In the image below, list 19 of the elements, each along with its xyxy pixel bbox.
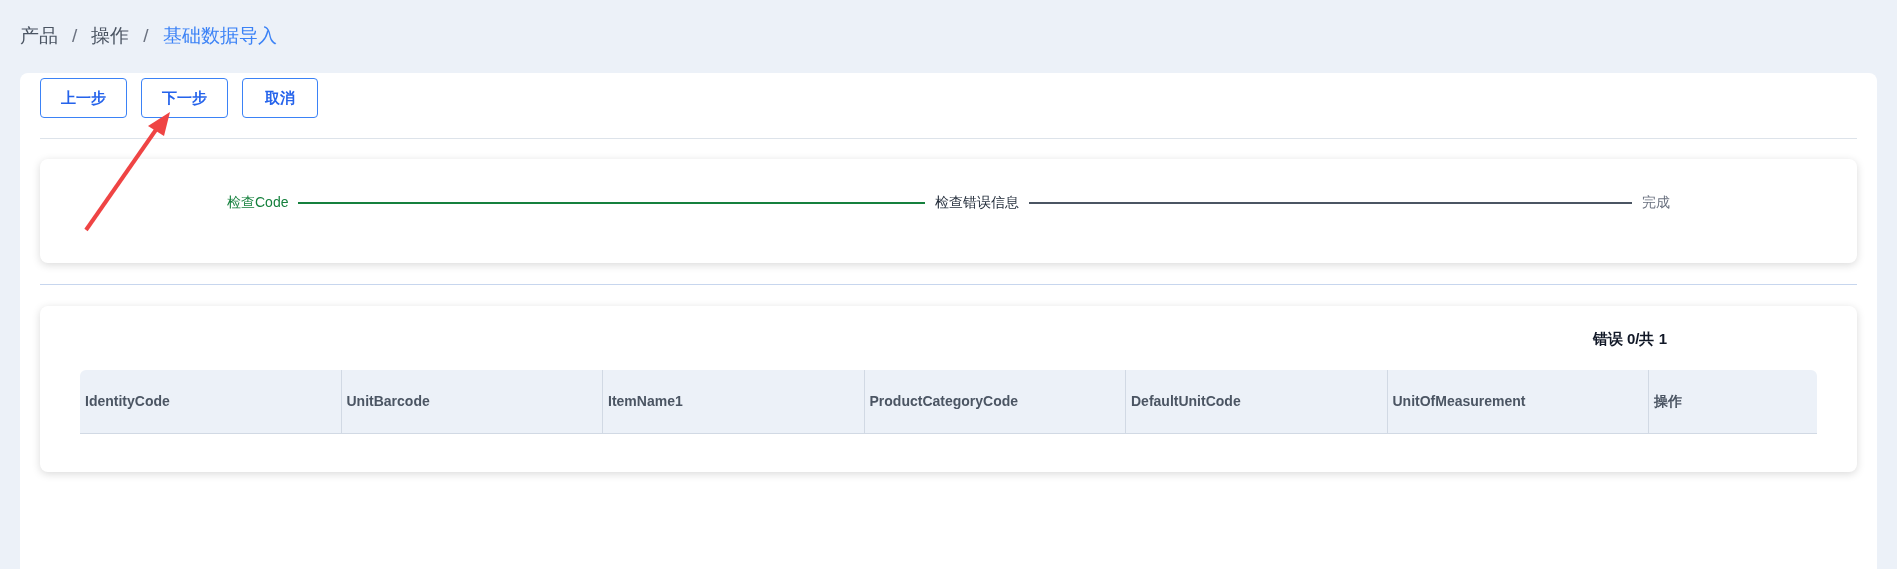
column-header: DefaultUnitCode [1126,370,1388,433]
column-header: ProductCategoryCode [864,370,1126,433]
column-header: UnitOfMeasurement [1387,370,1649,433]
step-button[interactable]: 取消 [242,78,318,118]
breadcrumb-item: 基础数据导入 [162,24,277,49]
step-label: 检查Code [227,193,289,212]
step-label: 检查错误信息 [934,193,1019,212]
breadcrumb-item[interactable]: 产品 [20,22,58,51]
error-count: 错误 0/共 1 [1592,329,1667,349]
step-button[interactable]: 下一步 [141,78,228,118]
column-header: 操作 [1653,392,1683,411]
column-header: IdentityCode [80,370,342,433]
breadcrumb-item[interactable]: 操作 [91,22,130,51]
breadcrumb-separator: / [143,24,149,49]
breadcrumb-separator: / [72,24,78,49]
column-header: UnitBarcode [341,370,603,433]
column-header: ItemName1 [603,370,865,433]
step-label: 完成 [1642,193,1670,212]
step-button[interactable]: 上一步 [40,78,127,118]
